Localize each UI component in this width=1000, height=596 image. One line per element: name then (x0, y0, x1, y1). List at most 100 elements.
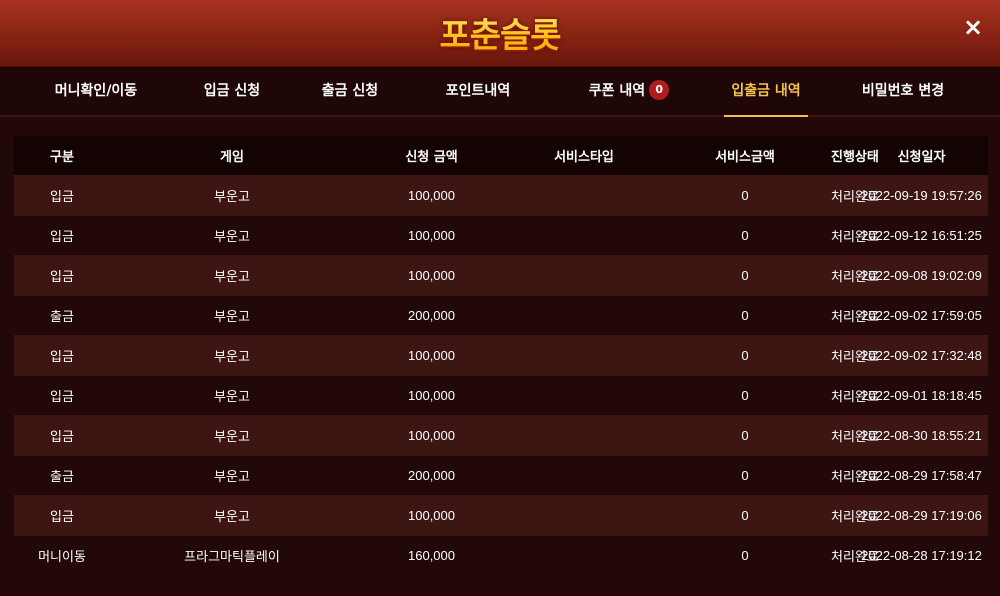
cell-game: 부운고 (214, 229, 250, 245)
cell-amount: 100,000 (408, 427, 455, 443)
coupon-count-badge: 0 (649, 80, 670, 100)
cell-service-type (509, 455, 659, 495)
cell-game: 부운고 (214, 189, 250, 205)
cell-type: 입금 (50, 229, 74, 245)
table-row: 입금 부운고 100,000 0 처리완료 2022-09-08 19:02:09 (14, 255, 988, 295)
tab-transaction-history[interactable]: 입출금 내역 (716, 67, 816, 117)
tab-withdraw-request[interactable]: 출금 신청 (286, 67, 414, 115)
cell-date: 2022-08-28 17:19:12 (861, 547, 982, 563)
cell-service-type (509, 255, 659, 295)
cell-game: 부운고 (214, 469, 250, 485)
cell-service-type (509, 415, 659, 455)
tab-label: 입금 신청 (203, 83, 261, 99)
tab-deposit-request[interactable]: 입금 신청 (178, 67, 286, 115)
transaction-history-modal: 포춘슬롯 × 머니확인/이동 입금 신청 출금 신청 포인트내역 쿠폰 내역 0 … (0, 0, 1000, 596)
column-header-game: 게임 (220, 149, 244, 165)
table-body: 입금 부운고 100,000 0 처리완료 2022-09-19 19:57:26 입금 부운… (14, 175, 988, 575)
table-row: 입금 부운고 100,000 0 처리완료 2022-09-19 19:57:26 (14, 175, 988, 215)
cell-game: 부운고 (214, 309, 250, 325)
tab-label: 포인트내역 (445, 83, 511, 99)
cell-service-amount: 0 (741, 187, 749, 203)
column-header-type: 구분 (50, 149, 74, 165)
cell-status: 처리완료 (831, 509, 879, 525)
cell-service-type (509, 175, 659, 215)
close-icon[interactable]: × (962, 15, 984, 39)
tab-change-password[interactable]: 비밀번호 변경 (816, 67, 990, 115)
tab-money-check[interactable]: 머니확인/이동 (14, 67, 178, 115)
cell-type: 입금 (50, 269, 74, 285)
cell-date: 2022-09-01 18:18:45 (861, 387, 982, 403)
cell-date: 2022-09-02 17:59:05 (861, 307, 982, 323)
cell-amount: 100,000 (408, 227, 455, 243)
column-header-service-type: 서비스타입 (554, 149, 614, 165)
history-table: 구분 게임 신청 금액 서비스타입 서비스금액 진행상태 신청일자 입금 부운고 1… (14, 136, 988, 575)
cell-date: 2022-08-29 17:19:06 (861, 507, 982, 523)
cell-amount: 100,000 (408, 187, 455, 203)
cell-status: 처리완료 (831, 389, 879, 405)
site-logo: 포춘슬롯 (0, 8, 1000, 57)
table-row: 입금 부운고 100,000 0 처리완료 2022-08-30 18:55:21 (14, 415, 988, 455)
cell-amount: 100,000 (408, 507, 455, 523)
cell-amount: 100,000 (408, 387, 455, 403)
cell-status: 처리완료 (831, 189, 879, 205)
cell-service-amount: 0 (741, 507, 749, 523)
cell-type: 출금 (50, 469, 74, 485)
cell-amount: 100,000 (408, 267, 455, 283)
cell-amount: 200,000 (408, 467, 455, 483)
cell-date: 2022-09-19 19:57:26 (861, 187, 982, 203)
tab-coupon-history[interactable]: 쿠폰 내역 0 (542, 67, 716, 115)
cell-status: 처리완료 (831, 429, 879, 445)
cell-status: 처리완료 (831, 229, 879, 245)
table-row: 출금 부운고 200,000 0 처리완료 2022-09-02 17:59:05 (14, 295, 988, 335)
tab-label: 쿠폰 내역 (588, 83, 646, 99)
cell-status: 처리완료 (831, 469, 879, 485)
tab-label: 머니확인/이동 (54, 83, 138, 99)
table-row: 입금 부운고 100,000 0 처리완료 2022-09-12 16:51:25 (14, 215, 988, 255)
cell-date: 2022-08-29 17:58:47 (861, 467, 982, 483)
cell-service-amount: 0 (741, 227, 749, 243)
cell-type: 입금 (50, 509, 74, 525)
history-table-container: 구분 게임 신청 금액 서비스타입 서비스금액 진행상태 신청일자 입금 부운고 1… (14, 136, 988, 575)
cell-status: 처리완료 (831, 549, 879, 565)
cell-service-type (509, 495, 659, 535)
cell-type: 입금 (50, 349, 74, 365)
cell-game: 부운고 (214, 269, 250, 285)
cell-status: 처리완료 (831, 349, 879, 365)
tab-label: 입출금 내역 (731, 83, 801, 99)
cell-service-type (509, 215, 659, 255)
cell-service-type (509, 295, 659, 335)
cell-amount: 200,000 (408, 307, 455, 323)
cell-date: 2022-09-02 17:32:48 (861, 347, 982, 363)
tab-points-history[interactable]: 포인트내역 (414, 67, 542, 115)
modal-header: 포춘슬롯 × (0, 0, 1000, 67)
table-row: 입금 부운고 100,000 0 처리완료 2022-09-01 18:18:45 (14, 375, 988, 415)
table-row: 출금 부운고 200,000 0 처리완료 2022-08-29 17:58:47 (14, 455, 988, 495)
cell-service-type (509, 375, 659, 415)
cell-service-amount: 0 (741, 427, 749, 443)
cell-type: 입금 (50, 389, 74, 405)
cell-game: 프라그마틱플레이 (184, 549, 280, 565)
tab-label: 출금 신청 (321, 83, 379, 99)
cell-amount: 100,000 (408, 347, 455, 363)
cell-date: 2022-09-12 16:51:25 (861, 227, 982, 243)
column-header-amount: 신청 금액 (405, 149, 458, 165)
table-header-row: 구분 게임 신청 금액 서비스타입 서비스금액 진행상태 신청일자 (14, 136, 988, 175)
column-header-service-amount: 서비스금액 (715, 149, 775, 165)
cell-type: 머니이동 (38, 549, 86, 565)
cell-date: 2022-09-08 19:02:09 (861, 267, 982, 283)
cell-service-amount: 0 (741, 547, 749, 563)
cell-game: 부운고 (214, 349, 250, 365)
cell-status: 처리완료 (831, 269, 879, 285)
cell-service-amount: 0 (741, 387, 749, 403)
tab-label: 비밀번호 변경 (861, 83, 945, 99)
cell-game: 부운고 (214, 509, 250, 525)
cell-type: 입금 (50, 189, 74, 205)
cell-amount: 160,000 (408, 547, 455, 563)
table-row: 입금 부운고 100,000 0 처리완료 2022-09-02 17:32:48 (14, 335, 988, 375)
cell-game: 부운고 (214, 429, 250, 445)
cell-type: 출금 (50, 309, 74, 325)
cell-type: 입금 (50, 429, 74, 445)
table-row: 머니이동 프라그마틱플레이 160,000 0 처리완료 2022-08-28 17:19… (14, 535, 988, 575)
cell-game: 부운고 (214, 389, 250, 405)
table-row: 입금 부운고 100,000 0 처리완료 2022-08-29 17:19:06 (14, 495, 988, 535)
